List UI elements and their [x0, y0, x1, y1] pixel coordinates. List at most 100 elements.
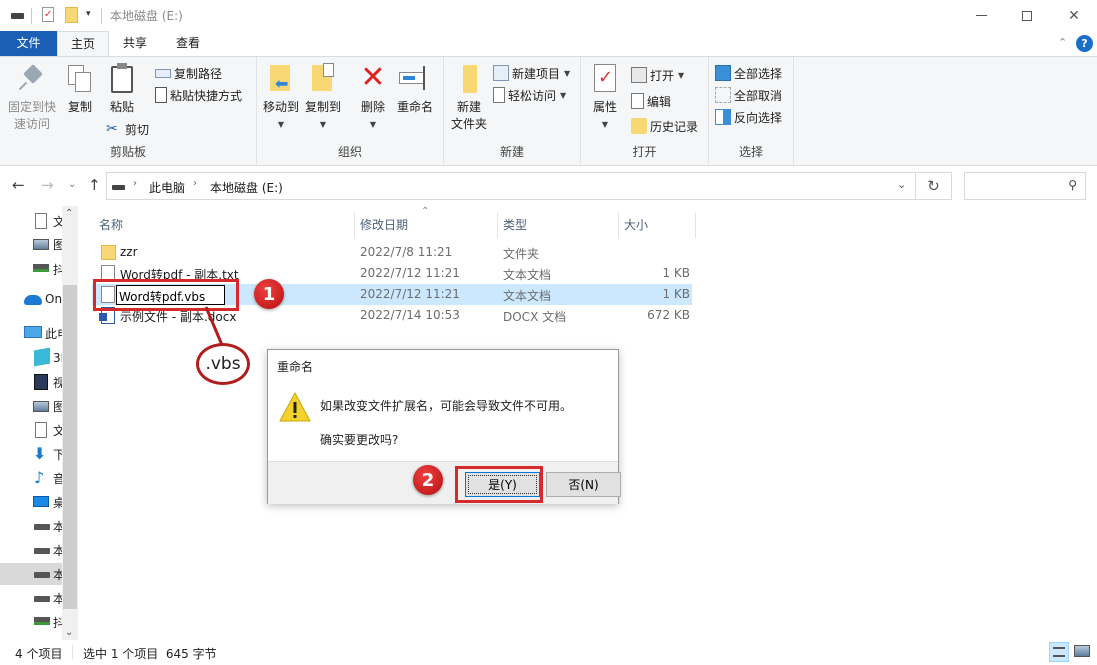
- column-header-size[interactable]: 大小: [624, 216, 648, 233]
- copy-to-button[interactable]: 复制到 ▼: [304, 63, 342, 133]
- scroll-up-icon[interactable]: ⌃: [65, 208, 73, 219]
- new-folder-button[interactable]: 新建 文件夹: [449, 63, 489, 133]
- maximize-button[interactable]: [1004, 0, 1050, 31]
- file-row[interactable]: zzr 2022/7/8 11:21 文件夹: [92, 242, 692, 263]
- tab-file[interactable]: 文件: [0, 31, 57, 56]
- breadcrumb-drive[interactable]: 本地磁盘 (E:): [210, 179, 283, 196]
- paste-shortcut-button[interactable]: 粘贴快捷方式: [155, 85, 242, 105]
- sidebar-item-downloads[interactable]: ⬇ 下载: [0, 443, 62, 465]
- new-folder-quick-icon[interactable]: [65, 7, 78, 23]
- rename-icon: [399, 63, 431, 95]
- column-divider[interactable]: [618, 212, 619, 238]
- large-icons-view-button[interactable]: [1074, 645, 1090, 657]
- collapse-ribbon-icon[interactable]: ⌃: [1058, 36, 1067, 49]
- clipboard-group: 固定到快 速访问 复制 粘贴 复制路径 粘贴快捷方式 ✂ 剪切 剪贴板: [0, 57, 257, 165]
- column-divider[interactable]: [354, 212, 355, 238]
- scroll-down-icon[interactable]: ⌄: [65, 627, 73, 638]
- properties-quick-icon[interactable]: ✓: [42, 7, 54, 22]
- copy-to-label: 复制到: [304, 100, 341, 114]
- properties-button[interactable]: ✓ 属性 ▼: [589, 63, 621, 133]
- sidebar-item-network-drive-2[interactable]: 抖: [0, 611, 62, 633]
- minimize-icon: [975, 15, 987, 16]
- cut-button[interactable]: ✂ 剪切: [106, 119, 149, 139]
- history-icon: [631, 118, 647, 134]
- status-bar: 4 个项目 选中 1 个项目 645 字节: [0, 640, 1097, 665]
- sidebar-item-pictures-2[interactable]: 图片: [0, 395, 62, 417]
- network-drive-icon: [33, 264, 49, 272]
- refresh-button[interactable]: ↻: [916, 172, 952, 200]
- sidebar-scrollbar-thumb[interactable]: [63, 285, 77, 609]
- sidebar-item-drive-d[interactable]: 本地磁盘 (D:): [0, 539, 62, 561]
- invert-selection-label: 反向选择: [734, 110, 783, 125]
- dialog-title: 重命名: [277, 360, 314, 374]
- column-divider[interactable]: [695, 212, 696, 238]
- selection-info: 选中 1 个项目 645 字节: [83, 647, 217, 661]
- new-item-button[interactable]: 新建项目 ▼: [493, 63, 570, 83]
- select-none-button[interactable]: 全部取消: [715, 85, 782, 105]
- recent-locations-button[interactable]: ⌄: [68, 179, 76, 190]
- history-button[interactable]: 历史记录: [631, 116, 698, 136]
- pin-quick-access-button[interactable]: 固定到快 速访问: [6, 63, 58, 133]
- sidebar-item-drive-f[interactable]: 本地磁盘 (F:): [0, 587, 62, 609]
- forward-button[interactable]: →: [41, 176, 54, 194]
- minimize-button[interactable]: [958, 0, 1004, 31]
- sort-ascending-icon: ⌃: [421, 206, 430, 217]
- sidebar-item-network-drive[interactable]: 抖: [0, 258, 62, 280]
- sidebar-item-drive-e[interactable]: 本地磁盘 (E:): [0, 563, 62, 585]
- documents-icon: [35, 213, 47, 229]
- tab-home[interactable]: 主页: [57, 31, 110, 56]
- no-button[interactable]: 否(N): [546, 472, 621, 497]
- sidebar-item-documents[interactable]: 文档: [0, 210, 62, 232]
- easy-access-icon: [493, 87, 505, 103]
- step-badge-1: 1: [254, 279, 284, 309]
- open-button[interactable]: 打开 ▼: [631, 65, 684, 85]
- sidebar-item-videos[interactable]: 视频: [0, 371, 62, 393]
- close-button[interactable]: ✕: [1051, 0, 1097, 31]
- tab-view[interactable]: 查看: [163, 31, 213, 56]
- delete-button[interactable]: ✕ 删除 ▼: [357, 63, 389, 133]
- up-button[interactable]: ↑: [88, 176, 101, 194]
- new-folder-label-1: 新建: [456, 100, 481, 114]
- paste-button[interactable]: 粘贴: [106, 63, 138, 116]
- edit-button[interactable]: 编辑: [631, 91, 671, 111]
- dropdown-caret-icon: ▼: [319, 120, 327, 129]
- sidebar-item-drive-c[interactable]: 本地磁盘 (C:): [0, 515, 62, 537]
- breadcrumb-this-pc[interactable]: 此电脑: [149, 179, 185, 196]
- rename-button[interactable]: 重命名: [395, 63, 435, 116]
- dialog-message: 如果改变文件扩展名，可能会导致文件不可用。: [320, 399, 573, 413]
- new-item-icon: [493, 65, 509, 81]
- help-icon[interactable]: ?: [1076, 35, 1093, 52]
- breadcrumb-separator-icon[interactable]: ›: [193, 178, 197, 189]
- sidebar-item-this-pc[interactable]: 此电脑: [0, 322, 62, 344]
- copy-path-button[interactable]: 复制路径: [155, 63, 222, 83]
- sidebar-item-desktop[interactable]: 桌面: [0, 491, 62, 513]
- select-all-button[interactable]: 全部选择: [715, 63, 782, 83]
- sidebar-item-onedrive[interactable]: OneDrive: [0, 289, 62, 311]
- column-divider[interactable]: [497, 212, 498, 238]
- column-header-type[interactable]: 类型: [503, 216, 527, 233]
- customize-quick-access-icon[interactable]: ▾: [86, 9, 91, 19]
- sidebar-item-3d-objects[interactable]: 3D 对象: [0, 346, 62, 368]
- network-drive-icon: [34, 617, 50, 625]
- column-header-name[interactable]: 名称: [99, 216, 123, 233]
- address-dropdown-icon[interactable]: ⌄: [897, 178, 906, 191]
- move-to-button[interactable]: ⬅ 移动到 ▼: [262, 63, 300, 133]
- sidebar-item-documents-2[interactable]: 文档: [0, 419, 62, 441]
- copy-button[interactable]: 复制: [64, 63, 96, 116]
- breadcrumb-separator-icon[interactable]: ›: [133, 178, 137, 189]
- easy-access-button[interactable]: 轻松访问 ▼: [493, 85, 566, 105]
- edit-label: 编辑: [647, 94, 672, 109]
- file-date: 2022/7/8 11:21: [360, 245, 453, 259]
- back-button[interactable]: ←: [12, 176, 25, 194]
- search-input[interactable]: ⚲: [964, 172, 1086, 200]
- address-bar[interactable]: › 此电脑 › 本地磁盘 (E:) ⌄: [106, 172, 916, 200]
- drive-icon: [34, 548, 50, 554]
- details-view-button[interactable]: [1049, 642, 1069, 662]
- column-header-date[interactable]: 修改日期: [360, 216, 408, 233]
- sidebar-item-music[interactable]: ♪ 音乐: [0, 467, 62, 489]
- downloads-icon: ⬇: [33, 444, 47, 463]
- tab-share[interactable]: 共享: [110, 31, 160, 56]
- new-group-label: 新建: [499, 145, 524, 159]
- sidebar-item-pictures[interactable]: 图片: [0, 233, 62, 255]
- invert-selection-button[interactable]: 反向选择: [715, 107, 782, 127]
